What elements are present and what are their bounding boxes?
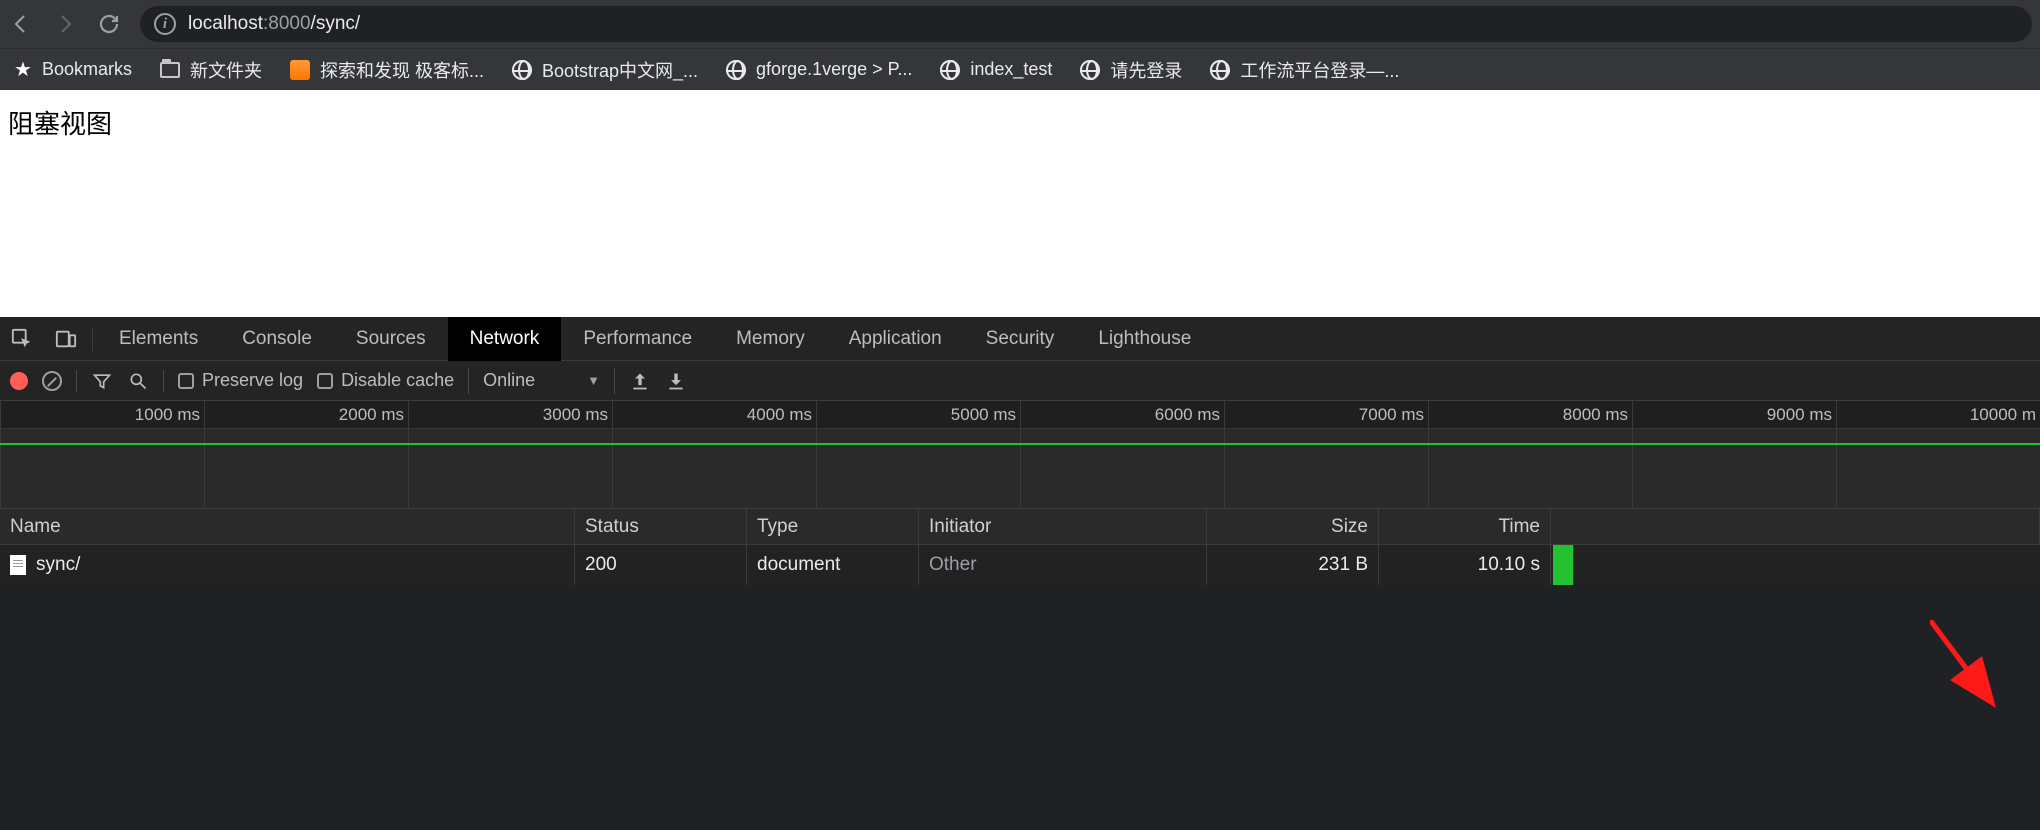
request-size: 231 B	[1207, 545, 1379, 585]
timeline-request-bar	[0, 443, 2040, 445]
timeline-ruler: 1000 ms 2000 ms 3000 ms 4000 ms 5000 ms …	[0, 401, 2040, 429]
request-name: sync/	[36, 554, 80, 576]
network-request-row[interactable]: sync/ 200 document Other 231 B 10.10 s	[0, 545, 2040, 585]
network-toolbar: Preserve log Disable cache Online ▼	[0, 361, 2040, 401]
tab-elements[interactable]: Elements	[97, 317, 220, 361]
network-timeline-overview[interactable]: 1000 ms 2000 ms 3000 ms 4000 ms 5000 ms …	[0, 401, 2040, 509]
network-table-header: Name Status Type Initiator Size Time	[0, 509, 2040, 545]
tab-security[interactable]: Security	[964, 317, 1077, 361]
folder-icon	[160, 60, 180, 80]
col-initiator[interactable]: Initiator	[919, 509, 1207, 544]
bookmark-item[interactable]: 新文件夹	[160, 57, 262, 83]
url-text: localhost:8000/sync/	[188, 13, 360, 35]
bookmark-label: 请先登录	[1110, 57, 1182, 83]
bookmark-label: 探索和发现 极客标...	[320, 57, 484, 83]
checkbox-icon	[178, 373, 194, 389]
back-button[interactable]	[8, 11, 34, 37]
col-type[interactable]: Type	[747, 509, 919, 544]
col-name[interactable]: Name	[0, 509, 575, 544]
globe-icon	[940, 60, 960, 80]
devtools-tabs: Elements Console Sources Network Perform…	[0, 317, 2040, 361]
preserve-log-label: Preserve log	[202, 370, 303, 391]
tab-performance[interactable]: Performance	[561, 317, 714, 361]
document-icon	[10, 555, 26, 575]
bookmarks-menu[interactable]: ★ Bookmarks	[14, 57, 132, 82]
col-time[interactable]: Time	[1379, 509, 1551, 544]
timeline-tick: 4000 ms	[747, 405, 812, 425]
globe-icon	[1080, 60, 1100, 80]
checkbox-icon	[317, 373, 333, 389]
preserve-log-checkbox[interactable]: Preserve log	[178, 370, 303, 391]
clear-button[interactable]	[42, 371, 62, 391]
timeline-tick: 7000 ms	[1359, 405, 1424, 425]
record-button[interactable]	[10, 372, 28, 390]
bookmark-label: 工作流平台登录—...	[1240, 57, 1399, 83]
chevron-down-icon: ▼	[587, 373, 600, 388]
globe-icon	[726, 60, 746, 80]
bookmark-item[interactable]: 工作流平台登录—...	[1210, 57, 1399, 83]
upload-har-button[interactable]	[629, 370, 651, 392]
bookmarks-label: Bookmarks	[42, 59, 132, 80]
timeline-tick: 8000 ms	[1563, 405, 1628, 425]
timeline-tick: 5000 ms	[951, 405, 1016, 425]
search-icon[interactable]	[127, 370, 149, 392]
throttling-dropdown[interactable]: Online ▼	[468, 368, 615, 394]
request-time: 10.10 s	[1379, 545, 1551, 585]
address-bar[interactable]: i localhost:8000/sync/	[140, 6, 2032, 42]
page-heading: 阻塞视图	[8, 104, 2032, 141]
request-status: 200	[575, 545, 747, 585]
bookmark-label: Bootstrap中文网_...	[542, 57, 698, 83]
tab-sources[interactable]: Sources	[334, 317, 448, 361]
request-initiator: Other	[919, 545, 1207, 585]
timeline-tick: 6000 ms	[1155, 405, 1220, 425]
favicon-icon	[290, 60, 310, 80]
request-type: document	[747, 545, 919, 585]
disable-cache-checkbox[interactable]: Disable cache	[317, 370, 454, 391]
filter-icon[interactable]	[91, 370, 113, 392]
bookmark-item[interactable]: 请先登录	[1080, 57, 1182, 83]
bookmarks-bar: ★ Bookmarks 新文件夹 探索和发现 极客标... Bootstrap中…	[0, 48, 2040, 90]
bookmark-label: index_test	[970, 59, 1052, 80]
timeline-tick: 9000 ms	[1767, 405, 1832, 425]
bookmark-label: 新文件夹	[190, 57, 262, 83]
globe-icon	[512, 60, 532, 80]
annotation-arrow	[1930, 620, 2040, 740]
browser-nav-toolbar: i localhost:8000/sync/	[0, 0, 2040, 48]
page-content: 阻塞视图	[0, 90, 2040, 317]
download-har-button[interactable]	[665, 370, 687, 392]
timeline-tick: 1000 ms	[135, 405, 200, 425]
timeline-tick: 2000 ms	[339, 405, 404, 425]
bookmark-item[interactable]: 探索和发现 极客标...	[290, 57, 484, 83]
col-size[interactable]: Size	[1207, 509, 1379, 544]
bookmark-label: gforge.1verge > P...	[756, 59, 912, 80]
tab-memory[interactable]: Memory	[714, 317, 827, 361]
timeline-tick: 10000 m	[1970, 405, 2036, 425]
devtools-panel: Elements Console Sources Network Perform…	[0, 317, 2040, 585]
globe-icon	[1210, 60, 1230, 80]
timeline-tick: 3000 ms	[543, 405, 608, 425]
device-toolbar-button[interactable]	[44, 317, 88, 361]
col-status[interactable]: Status	[575, 509, 747, 544]
tab-network[interactable]: Network	[448, 317, 562, 361]
tab-console[interactable]: Console	[220, 317, 334, 361]
bookmark-item[interactable]: Bootstrap中文网_...	[512, 57, 698, 83]
disable-cache-label: Disable cache	[341, 370, 454, 391]
inspect-element-button[interactable]	[0, 317, 44, 361]
col-waterfall[interactable]	[1551, 509, 2040, 544]
throttling-value: Online	[483, 370, 535, 391]
star-icon: ★	[14, 57, 32, 82]
reload-button[interactable]	[96, 11, 122, 37]
request-waterfall-cell	[1553, 545, 1574, 585]
site-info-icon[interactable]: i	[154, 13, 176, 35]
forward-button[interactable]	[52, 11, 78, 37]
bookmark-item[interactable]: index_test	[940, 59, 1052, 80]
tab-lighthouse[interactable]: Lighthouse	[1076, 317, 1213, 361]
tab-application[interactable]: Application	[827, 317, 964, 361]
bookmark-item[interactable]: gforge.1verge > P...	[726, 59, 912, 80]
